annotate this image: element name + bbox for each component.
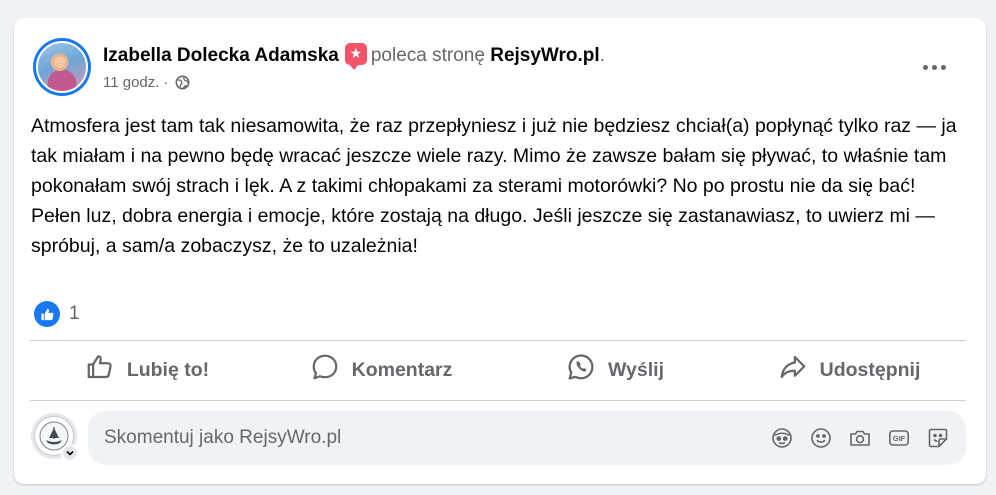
sticker-icon[interactable] — [926, 426, 950, 450]
like-button[interactable]: Lubię to! — [30, 342, 264, 398]
globe-icon[interactable] — [175, 75, 190, 90]
divider — [30, 400, 966, 401]
chevron-down-icon[interactable] — [61, 444, 79, 462]
comment-input[interactable] — [88, 427, 770, 449]
post-card: Izabella Dolecka Adamska poleca stronę Re… — [14, 18, 986, 484]
emoji-icon[interactable] — [809, 426, 833, 450]
comment-bubble-icon — [310, 352, 340, 388]
author-photo — [36, 41, 88, 93]
more-dot-icon — [940, 64, 946, 70]
divider — [30, 340, 966, 341]
gif-icon[interactable]: GIF — [887, 426, 911, 450]
comment-composer: GIF — [31, 411, 966, 465]
comment-box: GIF — [88, 411, 966, 465]
camera-icon[interactable] — [848, 426, 872, 450]
post-text: Atmosfera jest tam tak niesamowita, że r… — [31, 115, 957, 257]
send-label: Wyślij — [608, 358, 664, 381]
send-button[interactable]: Wyślij — [498, 342, 732, 398]
action-bar: Lubię to! Komentarz Wyślij Udostępnij — [30, 342, 966, 398]
share-label: Udostępnij — [819, 358, 921, 381]
post-meta: 11 godz. · — [103, 74, 190, 91]
like-label: Lubię to! — [126, 358, 210, 381]
avatar-sticker-icon[interactable] — [770, 426, 794, 450]
recommends-text: poleca stronę — [370, 45, 485, 66]
author-name[interactable]: Izabella Dolecka Adamska — [103, 45, 339, 66]
share-arrow-icon — [778, 352, 808, 388]
page-name-link[interactable]: RejsyWro.pl — [490, 45, 599, 66]
svg-text:GIF: GIF — [893, 434, 906, 443]
post-time[interactable]: 11 godz. — [103, 74, 159, 91]
comment-label: Komentarz — [351, 358, 453, 381]
like-reaction-icon — [34, 301, 60, 327]
page-suffix: . — [599, 45, 605, 66]
more-dot-icon — [931, 64, 937, 70]
author-avatar[interactable] — [33, 38, 91, 96]
more-dot-icon — [922, 64, 928, 70]
comment-tools: GIF — [770, 426, 950, 450]
post-header: Izabella Dolecka Adamska poleca stronę Re… — [33, 38, 970, 98]
share-button[interactable]: Udostępnij — [732, 342, 966, 398]
reaction-count: 1 — [69, 303, 80, 324]
more-options-button[interactable] — [914, 54, 954, 80]
reactions-summary[interactable]: 1 — [34, 301, 80, 327]
post-title-line: Izabella Dolecka Adamska poleca stronę Re… — [103, 43, 605, 70]
comment-button[interactable]: Komentarz — [264, 342, 498, 398]
recommend-icon — [344, 43, 367, 70]
thumbs-up-icon — [85, 352, 115, 388]
whatsapp-icon — [566, 352, 596, 388]
meta-separator: · — [163, 74, 169, 91]
